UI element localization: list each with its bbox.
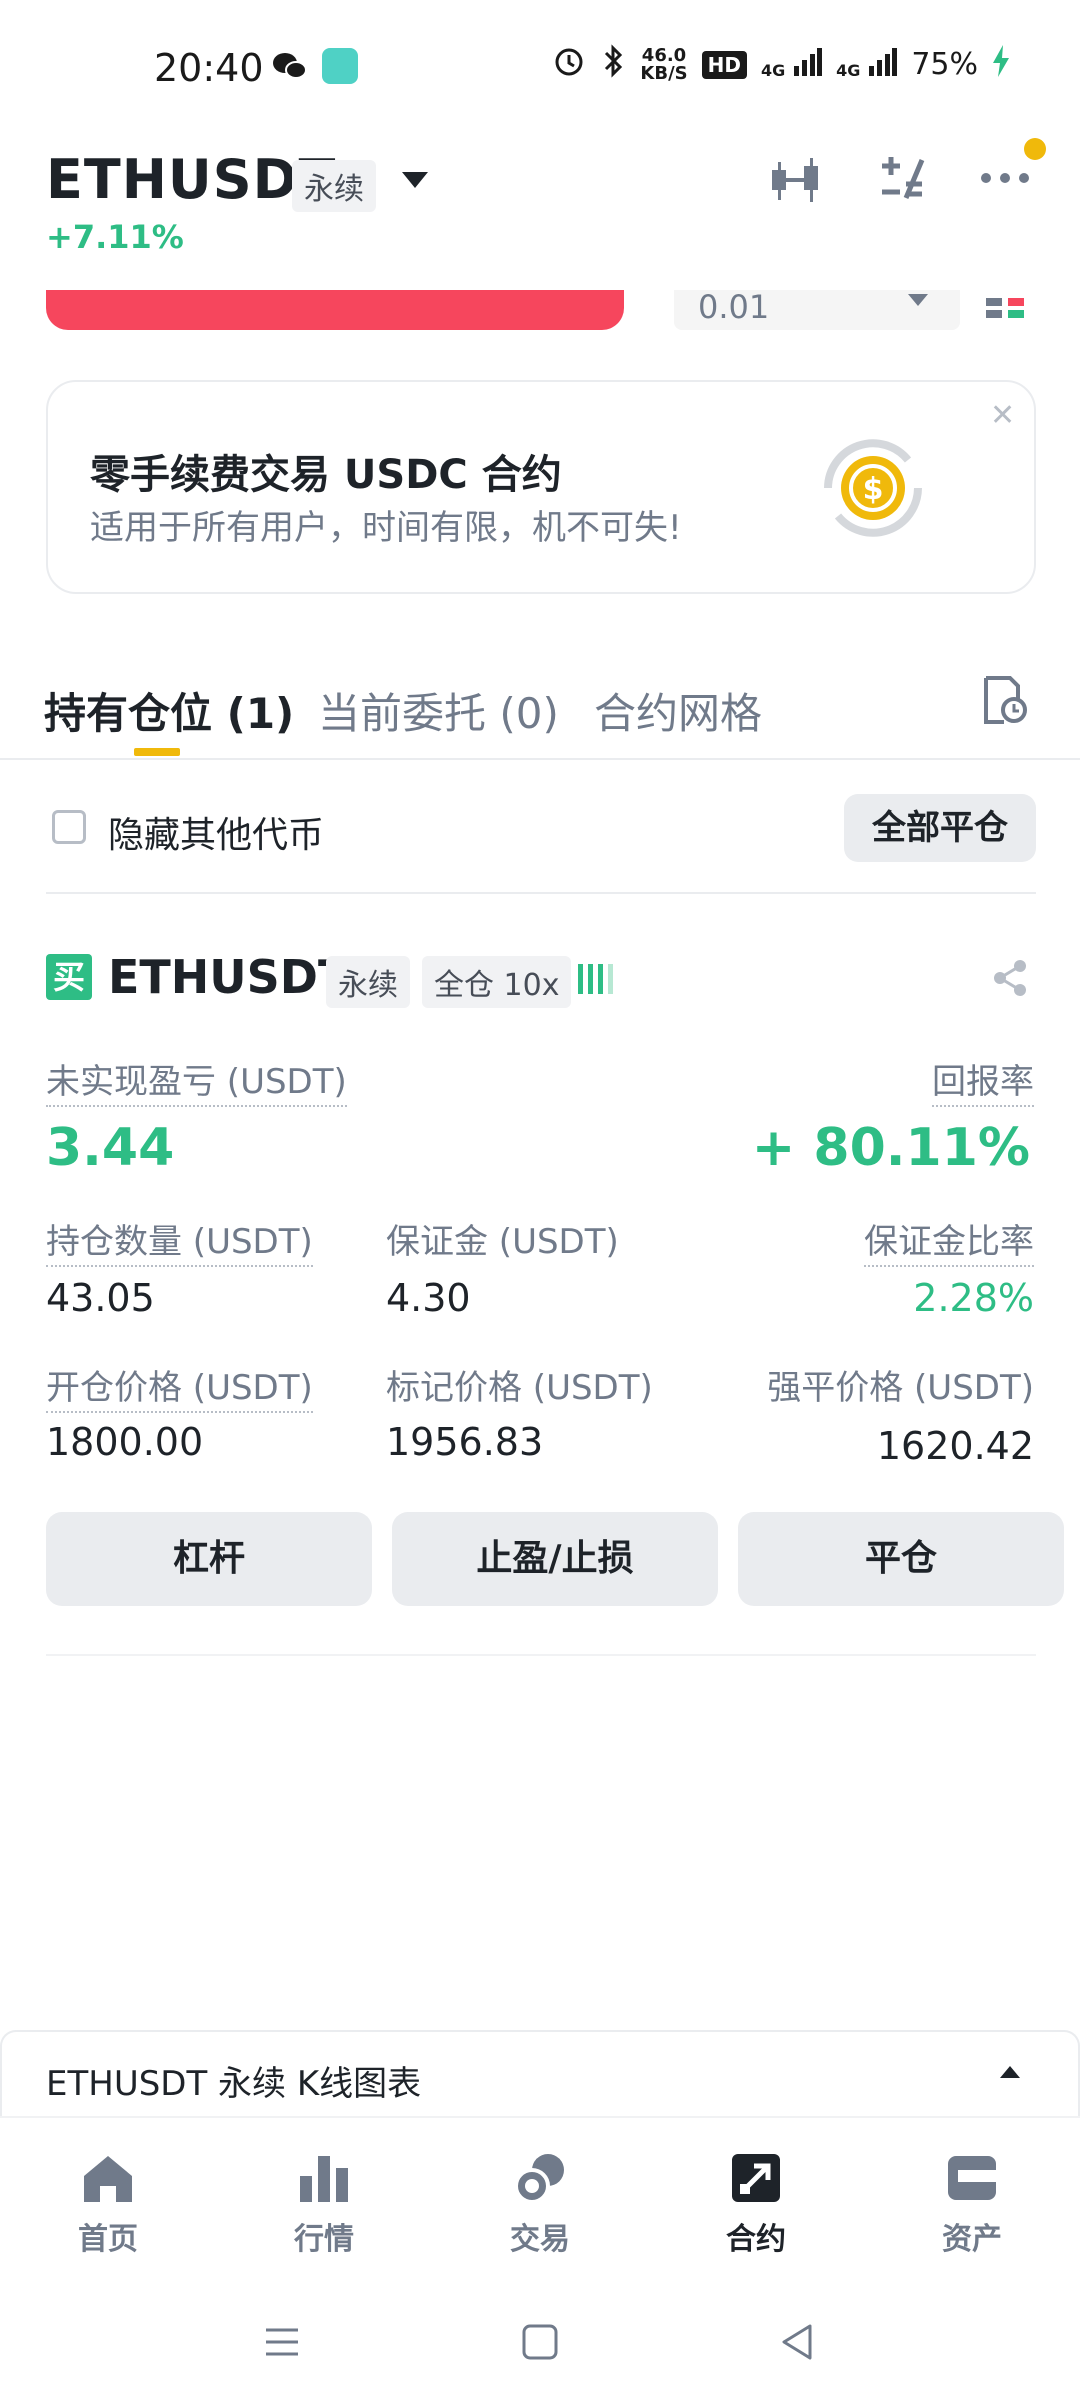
mark-price-value: 1956.83 [386, 1420, 544, 1464]
margin-mode-tag[interactable]: 全仓 10x [422, 956, 572, 1008]
tab-futures-grid[interactable]: 合约网格 [594, 680, 762, 741]
roe-label[interactable]: 回报率 [932, 1054, 1034, 1107]
alarm-icon [552, 44, 586, 85]
divider [46, 1654, 1036, 1656]
status-icons: 46.0 KB/S HD 4G 4G 75% [552, 44, 1010, 85]
entry-price-value: 1800.00 [46, 1420, 204, 1464]
network-speed: 46.0 KB/S [640, 44, 688, 84]
chevron-down-icon [908, 294, 928, 306]
calculator-icon[interactable] [876, 154, 926, 208]
home-square-icon[interactable] [518, 2320, 562, 2364]
kline-chart-label: ETHUSDT 永续 K线图表 [46, 2064, 422, 2104]
app-notification-icon [322, 48, 358, 84]
liq-price-label: 强平价格 (USDT) [767, 1368, 1034, 1408]
symbol-dropdown-icon[interactable] [402, 172, 428, 188]
position-type-tag: 永续 [326, 956, 410, 1008]
hd-badge: HD [701, 50, 747, 79]
nav-item-assets[interactable]: 资产 [892, 2150, 1052, 2258]
back-icon[interactable] [776, 2320, 820, 2364]
banner-subtitle: 适用于所有用户，时间有限，机不可失! [90, 508, 682, 548]
side-badge: 买 [46, 954, 92, 1000]
leverage-button[interactable]: 杠杆 [46, 1512, 372, 1606]
status-time: 20:40 [154, 46, 264, 90]
margin-value: 4.30 [386, 1276, 471, 1320]
tpsl-button[interactable]: 止盈/止损 [392, 1512, 718, 1606]
margin-label: 保证金 (USDT) [386, 1222, 619, 1262]
size-label[interactable]: 持仓数量 (USDT) [46, 1214, 313, 1267]
risk-level-icon [578, 958, 618, 994]
unrealized-pnl-value: 3.44 [46, 1118, 175, 1178]
history-icon[interactable] [982, 676, 1028, 724]
liq-price-value: 1620.42 [876, 1424, 1034, 1468]
mark-price-label: 标记价格 (USDT) [386, 1368, 653, 1408]
wallet-icon [944, 2150, 1000, 2206]
divider [46, 892, 1036, 894]
usdc-coin-icon: $ [808, 428, 938, 548]
roe-value: + 80.11% [751, 1118, 1030, 1178]
signal-icon-2: 4G [836, 46, 898, 83]
close-all-button[interactable]: 全部平仓 [844, 794, 1036, 862]
orderbook-layout-icon[interactable] [986, 294, 1026, 328]
home-icon [80, 2150, 136, 2206]
nav-item-markets[interactable]: 行情 [244, 2150, 404, 2258]
markets-icon [296, 2150, 352, 2206]
contract-type-tag: 永续 [292, 160, 376, 212]
charging-icon [992, 45, 1010, 84]
candlestick-chart-icon[interactable] [768, 156, 824, 210]
tab-divider [0, 758, 1080, 760]
unrealized-pnl-label[interactable]: 未实现盈亏 (USDT) [46, 1054, 347, 1107]
share-icon[interactable] [992, 958, 1028, 998]
close-position-button[interactable]: 平仓 [738, 1512, 1064, 1606]
size-value: 43.05 [46, 1276, 155, 1320]
margin-ratio-label[interactable]: 保证金比率 [864, 1214, 1034, 1267]
tab-positions[interactable]: 持有仓位 (1) [44, 680, 294, 741]
notification-dot [1024, 138, 1046, 160]
price-change: +7.11% [46, 218, 184, 256]
wechat-icon [272, 50, 308, 86]
entry-price-label[interactable]: 开仓价格 (USDT) [46, 1360, 313, 1413]
signal-icon-1: 4G [761, 46, 823, 83]
margin-ratio-value: 2.28% [913, 1276, 1034, 1320]
menu-icon[interactable] [260, 2320, 304, 2364]
hide-other-symbols-label: 隐藏其他代币 [108, 815, 325, 856]
svg-text:$: $ [863, 472, 884, 507]
tab-open-orders[interactable]: 当前委托 (0) [318, 680, 559, 741]
trade-icon [512, 2150, 568, 2206]
nav-item-home[interactable]: 首页 [28, 2150, 188, 2258]
close-icon[interactable]: ✕ [990, 398, 1015, 433]
hide-other-symbols-checkbox[interactable] [52, 810, 86, 844]
nav-item-futures[interactable]: 合约 [676, 2150, 836, 2258]
chevron-up-icon[interactable] [1000, 2066, 1020, 2078]
open-position-button[interactable] [46, 290, 624, 330]
bluetooth-icon [600, 44, 626, 85]
tab-indicator [134, 748, 180, 756]
more-icon[interactable] [980, 170, 1030, 189]
amount-select[interactable]: 0.01 [674, 290, 960, 330]
futures-icon [728, 2150, 784, 2206]
position-symbol[interactable]: ETHUSDT [108, 950, 349, 1004]
battery-level: 75% [911, 47, 978, 82]
banner-title: 零手续费交易 USDC 合约 [90, 452, 562, 498]
nav-item-trade[interactable]: 交易 [460, 2150, 620, 2258]
